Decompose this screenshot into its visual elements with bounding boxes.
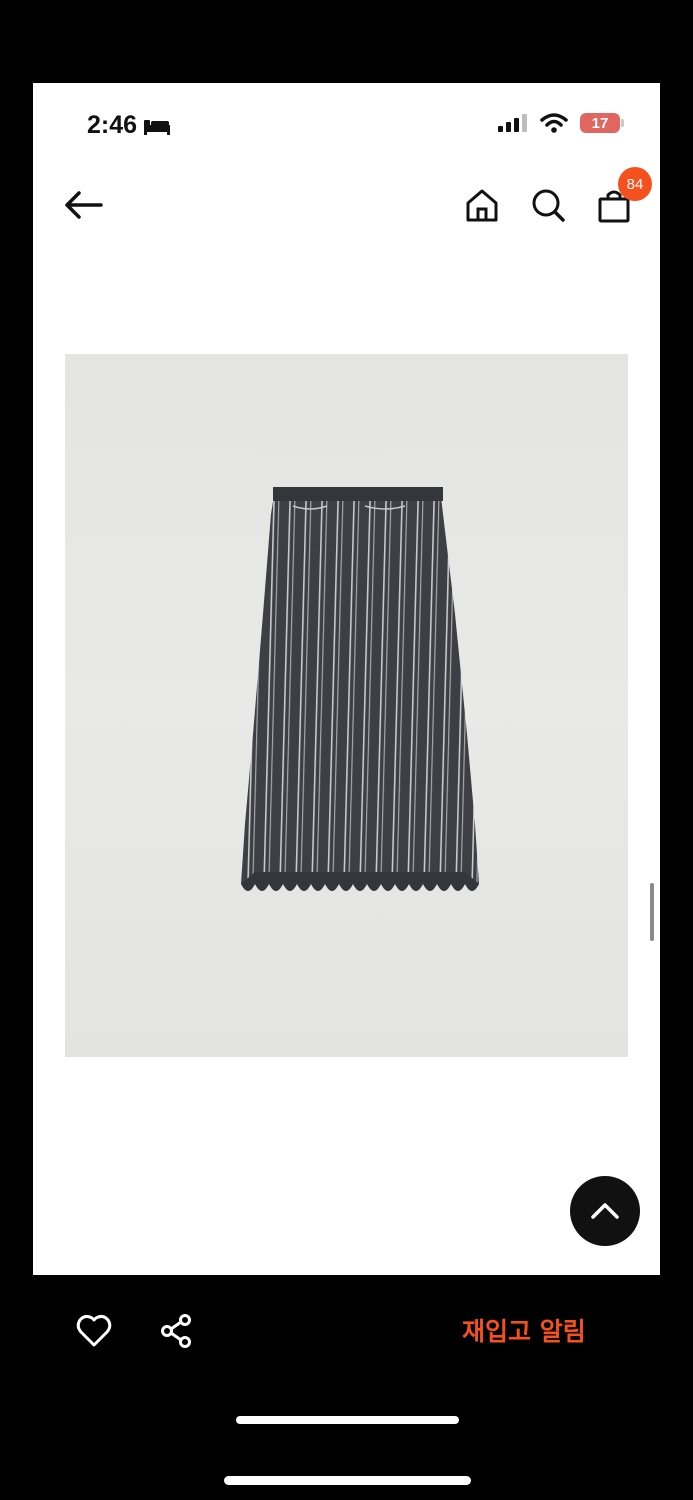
bottom-action-bar: 재입고 알림 xyxy=(0,1276,693,1500)
home-indicator-secondary xyxy=(224,1476,471,1485)
home-indicator xyxy=(236,1416,459,1424)
battery-icon: 17 xyxy=(580,113,624,133)
scroll-to-top-button[interactable] xyxy=(570,1176,640,1246)
wifi-icon xyxy=(540,113,568,133)
search-icon[interactable] xyxy=(530,187,566,223)
share-icon[interactable] xyxy=(158,1314,194,1348)
product-image xyxy=(65,354,628,1057)
back-arrow-icon[interactable] xyxy=(63,189,105,221)
scroll-indicator[interactable] xyxy=(650,883,654,941)
cart-count-badge: 84 xyxy=(618,167,652,201)
status-icons: 17 xyxy=(498,113,624,133)
app-screen: 2:46 17 84 xyxy=(33,83,660,1275)
striped-skirt-image xyxy=(241,487,479,891)
home-icon[interactable] xyxy=(464,187,500,223)
signal-icon xyxy=(498,114,527,132)
nav-actions: 84 xyxy=(464,167,652,223)
cart-count: 84 xyxy=(626,175,644,193)
status-time: 2:46 xyxy=(87,111,171,140)
cart-button[interactable]: 84 xyxy=(596,167,652,223)
restock-alert-button[interactable]: 재입고 알림 xyxy=(462,1312,586,1348)
chevron-up-icon xyxy=(591,1203,619,1219)
battery-level: 17 xyxy=(591,114,609,132)
bed-icon xyxy=(144,119,171,135)
time-text: 2:46 xyxy=(87,111,138,139)
heart-icon[interactable] xyxy=(76,1314,112,1348)
